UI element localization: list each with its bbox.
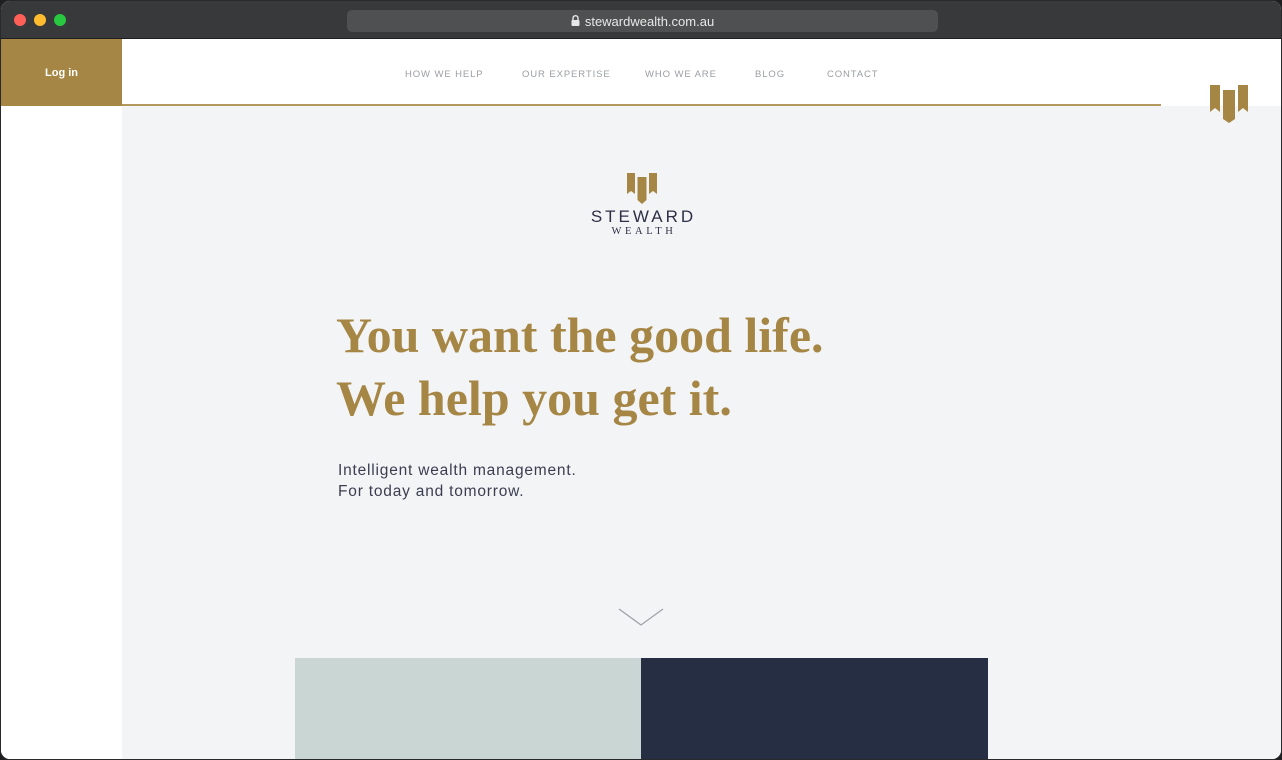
browser-titlebar: stewardwealth.com.au [1,1,1281,39]
brand-logo: STEWARD WEALTH [562,173,722,237]
hero-headline-line-2: We help you get it. [336,370,732,426]
nav-how-we-help[interactable]: HOW WE HELP [405,69,484,80]
chevron-down-icon[interactable] [618,607,664,627]
login-button[interactable]: Log in [1,39,122,106]
nav-contact[interactable]: CONTACT [827,69,879,80]
nav-blog[interactable]: BLOG [755,69,785,80]
minimize-window-button[interactable] [34,14,46,26]
browser-window: stewardwealth.com.au Log in HOW WE HELP … [0,0,1282,760]
brand-name-bottom: WEALTH [611,226,677,237]
main-content: HOW WE HELP OUR EXPERTISE WHO WE ARE BLO… [122,39,1281,759]
web-page: Log in HOW WE HELP OUR EXPERTISE WHO WE … [1,39,1281,759]
hero-subheading-line-2: For today and tomorrow. [338,483,525,500]
steward-bookmark-icon [627,173,657,204]
hero-headline: You want the good life. We help you get … [336,304,1036,430]
hero-headline-line-1: You want the good life. [336,307,824,363]
steward-bookmark-logo-icon[interactable] [1209,85,1249,123]
main-navigation: HOW WE HELP OUR EXPERTISE WHO WE ARE BLO… [122,39,1161,106]
close-window-button[interactable] [14,14,26,26]
url-text: stewardwealth.com.au [584,13,715,29]
nav-our-expertise[interactable]: OUR EXPERTISE [522,69,611,80]
maximize-window-button[interactable] [54,14,66,26]
feature-panel-navy [641,658,988,759]
address-bar[interactable]: stewardwealth.com.au [347,10,938,32]
brand-name-top: STEWARD [590,207,697,226]
feature-panel-sage [295,658,641,759]
hero-subheading-line-1: Intelligent wealth management. [338,462,577,479]
lock-icon [571,14,580,26]
hero-subheading: Intelligent wealth management. For today… [338,460,838,502]
nav-who-we-are[interactable]: WHO WE ARE [645,69,717,80]
